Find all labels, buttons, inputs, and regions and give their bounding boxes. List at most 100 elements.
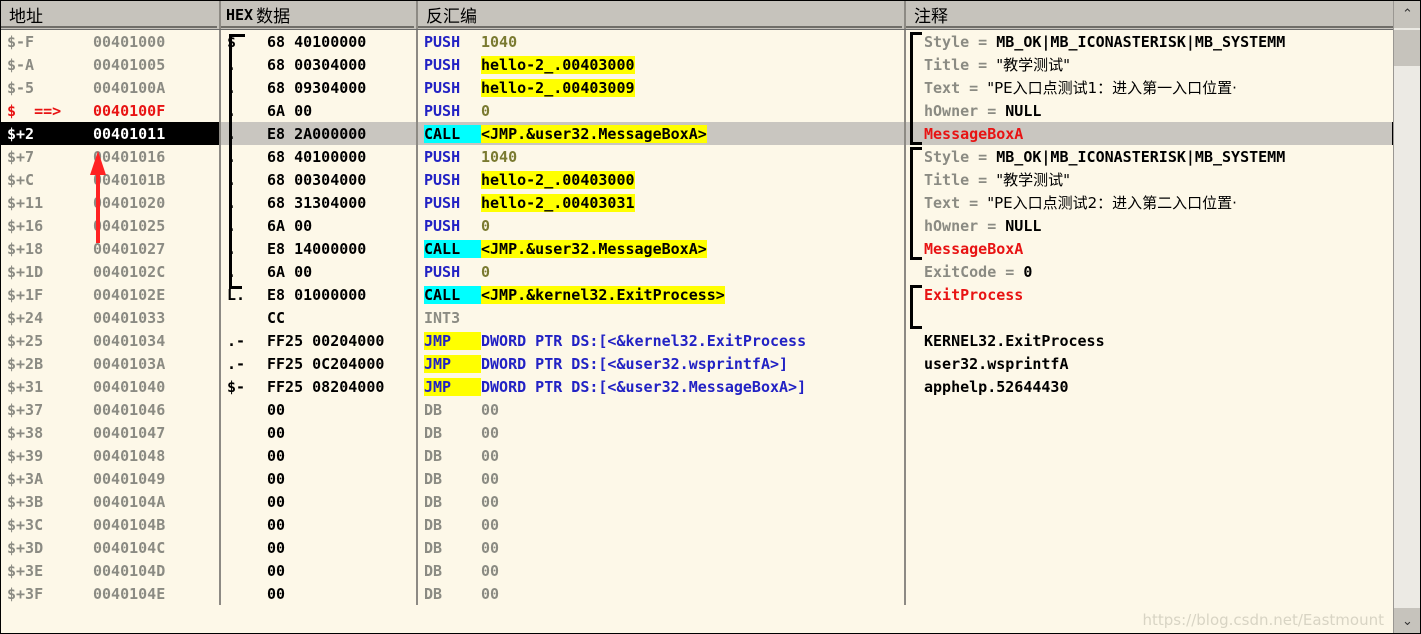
comment-cell[interactable] — [906, 467, 1392, 490]
column-header-address[interactable]: 地址 — [1, 1, 221, 29]
comment-cell[interactable] — [906, 582, 1392, 605]
column-header-disassembly[interactable]: 反汇编 — [418, 1, 906, 29]
scrollbar-thumb[interactable] — [1394, 30, 1420, 66]
hex-data-cell[interactable]: . 68 00304000 — [221, 168, 418, 191]
address-cell[interactable]: $-5 0040100A — [1, 76, 221, 99]
disassembly-cell[interactable]: PUSH hello-2_.00403000 — [418, 168, 906, 191]
hex-data-cell[interactable]: 00 — [221, 444, 418, 467]
disassembly-cell[interactable]: DB 00 — [418, 398, 906, 421]
address-cell[interactable]: $+18 00401027 — [1, 237, 221, 260]
comment-cell[interactable]: ExitProcess — [906, 283, 1392, 306]
hex-data-cell[interactable]: 00 — [221, 559, 418, 582]
disassembly-cell[interactable]: PUSH 1040 — [418, 30, 906, 53]
comment-cell[interactable]: apphelp.52644430 — [906, 375, 1392, 398]
disassembly-row[interactable]: $+31 00401040 $- FF25 08204000 JMP DWORD PTR … — [1, 375, 1394, 398]
address-cell[interactable]: $+3B 0040104A — [1, 490, 221, 513]
disassembly-row[interactable]: $+3F 0040104E 00 DB 00 — [1, 582, 1394, 605]
disassembly-cell[interactable]: DB 00 — [418, 582, 906, 605]
hex-data-cell[interactable]: . 68 40100000 — [221, 145, 418, 168]
hex-data-cell[interactable]: 00 — [221, 490, 418, 513]
comment-cell[interactable]: hOwner = NULL — [906, 99, 1392, 122]
comment-cell[interactable]: Style = MB_OK|MB_ICONASTERISK|MB_SYSTEMM — [906, 145, 1392, 168]
address-cell[interactable]: $+11 00401020 — [1, 191, 221, 214]
hex-data-cell[interactable]: 00 — [221, 398, 418, 421]
disassembly-row[interactable]: $+1D 0040102C. 6A 00 PUSH 0 ExitCode = 0 — [1, 260, 1394, 283]
hex-data-cell[interactable]: .- FF25 00204000 — [221, 329, 418, 352]
comment-cell[interactable] — [906, 536, 1392, 559]
hex-data-cell[interactable]: 00 — [221, 513, 418, 536]
address-cell[interactable]: $+3C 0040104B — [1, 513, 221, 536]
disassembly-cell[interactable]: DB 00 — [418, 536, 906, 559]
hex-data-cell[interactable]: . 6A 00 — [221, 260, 418, 283]
disassembly-row[interactable]: $+18 00401027. E8 14000000 CALL <JMP.&user32… — [1, 237, 1394, 260]
disassembly-cell[interactable]: JMP DWORD PTR DS:[<&user32.wsprintfA>] — [418, 352, 906, 375]
disassembly-cell[interactable]: DB 00 — [418, 467, 906, 490]
address-cell[interactable]: $+1F 0040102E — [1, 283, 221, 306]
address-cell[interactable]: $+1D 0040102C — [1, 260, 221, 283]
disassembly-row[interactable]: $+11 00401020. 68 31304000 PUSH hello-2_.004… — [1, 191, 1394, 214]
comment-cell[interactable] — [906, 444, 1392, 467]
comment-cell[interactable] — [906, 421, 1392, 444]
address-cell[interactable]: $+7 00401016 — [1, 145, 221, 168]
disassembly-cell[interactable]: PUSH 0 — [418, 99, 906, 122]
column-header-comment[interactable]: 注释 — [906, 1, 1399, 29]
disassembly-row[interactable]: $+25 00401034 .- FF25 00204000 JMP DWORD PTR … — [1, 329, 1394, 352]
hex-data-cell[interactable]: . 68 31304000 — [221, 191, 418, 214]
disassembly-cell[interactable]: PUSH 0 — [418, 214, 906, 237]
address-cell[interactable]: $+3D 0040104C — [1, 536, 221, 559]
disassembly-cell[interactable]: CALL <JMP.&user32.MessageBoxA> — [418, 237, 906, 260]
disassembly-row[interactable]: $ ==> 0040100F. 6A 00 PUSH 0 hOwner = NULL — [1, 99, 1394, 122]
disassembly-cell[interactable]: PUSH hello-2_.00403031 — [418, 191, 906, 214]
hex-data-cell[interactable]: . 68 09304000 — [221, 76, 418, 99]
comment-cell[interactable]: Title = "教学测试" — [906, 168, 1392, 191]
disassembly-row[interactable]: $+C 0040101B. 68 00304000 PUSH hello-2_.0040… — [1, 168, 1394, 191]
comment-cell[interactable]: user32.wsprintfA — [906, 352, 1392, 375]
comment-cell[interactable] — [906, 490, 1392, 513]
hex-data-cell[interactable]: 00 — [221, 536, 418, 559]
hex-data-cell[interactable]: . 6A 00 — [221, 99, 418, 122]
vertical-scrollbar[interactable]: ⌃ ⌄ — [1393, 1, 1420, 633]
comment-cell[interactable]: Style = MB_OK|MB_ICONASTERISK|MB_SYSTEMM — [906, 30, 1392, 53]
address-cell[interactable]: $+3F 0040104E — [1, 582, 221, 605]
address-cell[interactable]: $+24 00401033 — [1, 306, 221, 329]
disassembly-row[interactable]: $+2 00401011. E8 2A000000 CALL <JMP.&user32.… — [1, 122, 1394, 145]
comment-cell[interactable]: MessageBoxA — [906, 122, 1392, 145]
address-cell[interactable]: $+37 00401046 — [1, 398, 221, 421]
disassembly-row[interactable]: $-5 0040100A. 68 09304000 PUSH hello-2_.0040… — [1, 76, 1394, 99]
hex-data-cell[interactable]: . 68 00304000 — [221, 53, 418, 76]
disassembly-cell[interactable]: PUSH 1040 — [418, 145, 906, 168]
comment-cell[interactable]: MessageBoxA — [906, 237, 1392, 260]
scroll-up-icon[interactable]: ⌃ — [1394, 1, 1420, 28]
disassembly-cell[interactable]: DB 00 — [418, 559, 906, 582]
hex-data-cell[interactable]: 00 — [221, 421, 418, 444]
disassembly-row[interactable]: $+16 00401025. 6A 00 PUSH 0 hOwner = NULL — [1, 214, 1394, 237]
disassembly-row[interactable]: $-A 00401005. 68 00304000 PUSH hello-2_.0040… — [1, 53, 1394, 76]
hex-data-cell[interactable]: 00 — [221, 582, 418, 605]
disassembly-row[interactable]: $+24 00401033 CC INT3 — [1, 306, 1394, 329]
disassembly-cell[interactable]: DB 00 — [418, 513, 906, 536]
address-cell[interactable]: $+31 00401040 — [1, 375, 221, 398]
address-cell[interactable]: $+38 00401047 — [1, 421, 221, 444]
disassembly-cell[interactable]: INT3 — [418, 306, 906, 329]
hex-data-cell[interactable]: $68 40100000 — [221, 30, 418, 53]
disassembly-cell[interactable]: PUSH hello-2_.00403009 — [418, 76, 906, 99]
comment-cell[interactable]: Text = "PE入口点测试1：进入第一入口位置· — [906, 76, 1392, 99]
disassembly-row[interactable]: $+38 00401047 00 DB 00 — [1, 421, 1394, 444]
hex-data-cell[interactable]: L. E8 01000000 — [221, 283, 418, 306]
scroll-down-icon[interactable]: ⌄ — [1394, 608, 1420, 633]
disassembly-row[interactable]: $+7 00401016. 68 40100000 PUSH 1040 Style = M… — [1, 145, 1394, 168]
hex-data-cell[interactable]: CC — [221, 306, 418, 329]
disassembly-row[interactable]: $+3B 0040104A 00 DB 00 — [1, 490, 1394, 513]
hex-data-cell[interactable]: 00 — [221, 467, 418, 490]
disassembly-cell[interactable]: JMP DWORD PTR DS:[<&kernel32.ExitProcess — [418, 329, 906, 352]
disassembly-cell[interactable]: PUSH 0 — [418, 260, 906, 283]
disassembly-row[interactable]: $+3E 0040104D 00 DB 00 — [1, 559, 1394, 582]
address-cell[interactable]: $-A 00401005 — [1, 53, 221, 76]
comment-cell[interactable]: Title = "教学测试" — [906, 53, 1392, 76]
disassembly-row[interactable]: $-F 00401000 $68 40100000 PUSH 1040 Style = M… — [1, 30, 1394, 53]
comment-cell[interactable]: KERNEL32.ExitProcess — [906, 329, 1392, 352]
disassembly-cell[interactable]: PUSH hello-2_.00403000 — [418, 53, 906, 76]
disassembly-cell[interactable]: DB 00 — [418, 421, 906, 444]
address-cell[interactable]: $-F 00401000 — [1, 30, 221, 53]
address-cell[interactable]: $+16 00401025 — [1, 214, 221, 237]
